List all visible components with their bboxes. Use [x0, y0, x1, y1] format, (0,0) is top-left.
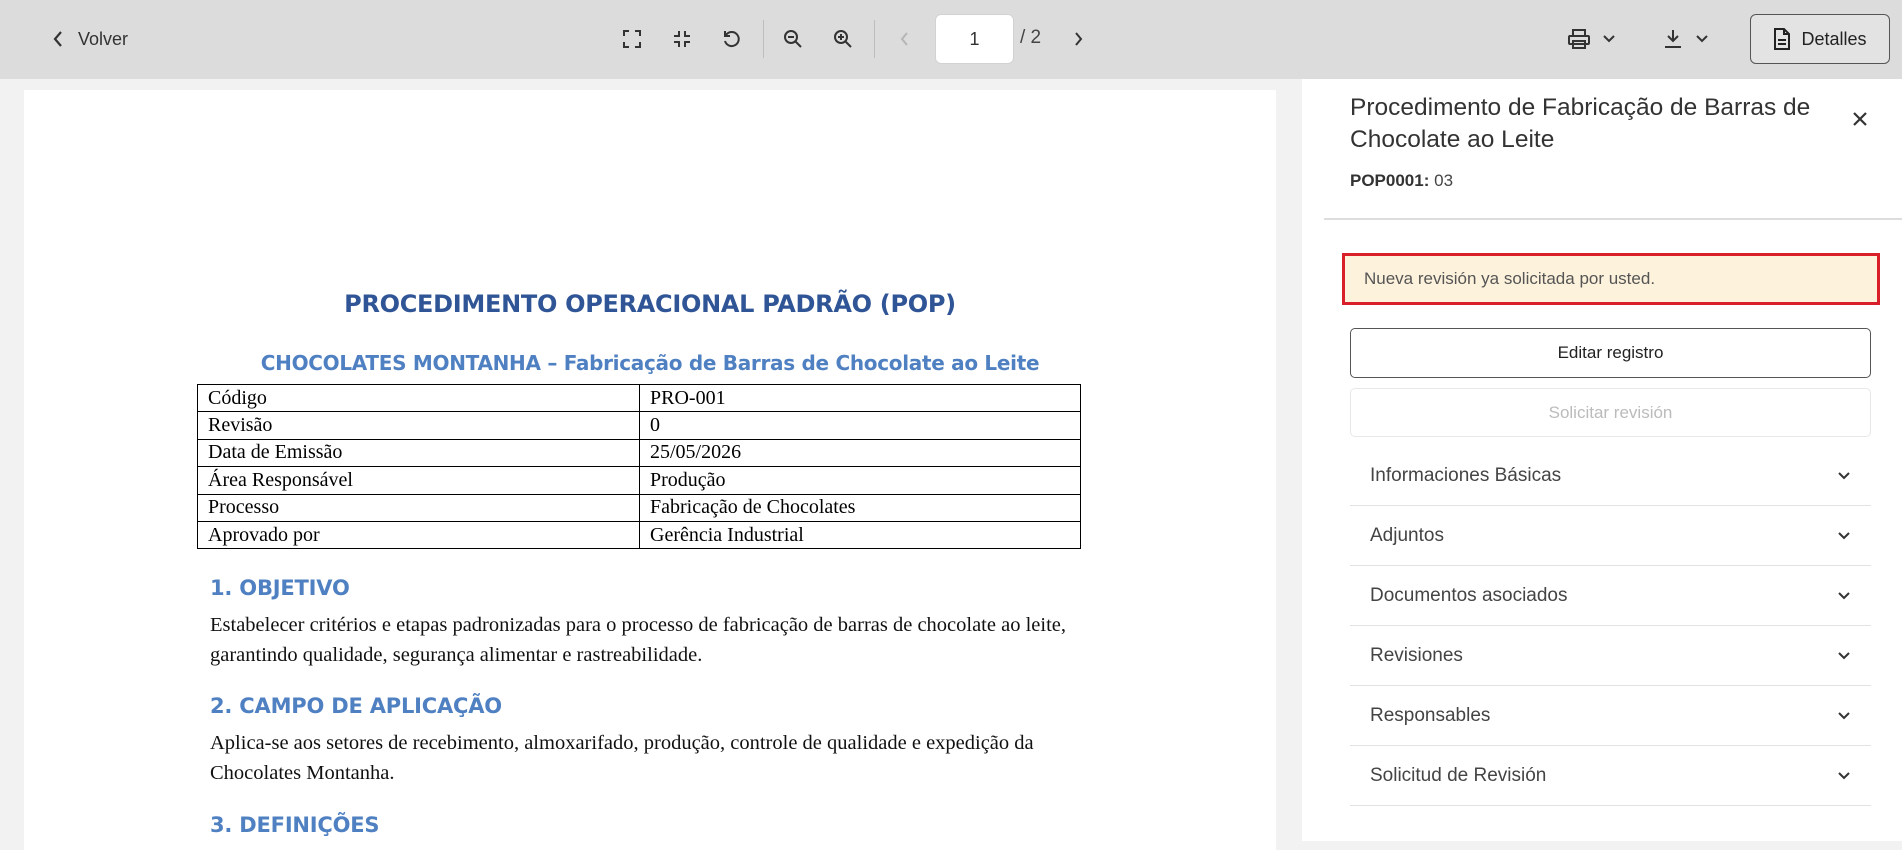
code-label: POP0001: [1350, 171, 1430, 190]
back-label: Volver [78, 28, 129, 49]
accordion-label: Solicitud de Revisión [1370, 764, 1547, 786]
chevron-down-icon [1838, 471, 1850, 479]
chevron-down-icon [1838, 771, 1850, 779]
table-cell: Data de Emissão [197, 438, 640, 468]
chevron-down-icon [1838, 591, 1850, 599]
document-subtitle: CHOCOLATES MONTANHA – Fabricação de Barr… [260, 351, 1040, 375]
section-heading: 3. DEFINIÇÕES [210, 813, 380, 837]
code-value: 03 [1434, 171, 1454, 190]
table-cell: 0 [639, 411, 1081, 440]
document-title: PROCEDIMENTO OPERACIONAL PADRÃO (POP) [344, 290, 956, 318]
page-number-input[interactable] [935, 14, 1014, 64]
rotate-button[interactable] [714, 21, 750, 57]
section-heading: 2. CAMPO DE APLICAÇÃO [210, 694, 502, 718]
chevron-down-icon [1696, 35, 1708, 43]
table-cell: Gerência Industrial [639, 520, 1081, 550]
accordion-responsibles[interactable]: Responsables [1350, 686, 1871, 746]
chevron-left-icon [53, 31, 62, 47]
fit-page-button[interactable] [664, 21, 700, 57]
close-icon [1853, 112, 1867, 126]
accordion-label: Informaciones Básicas [1370, 464, 1562, 486]
table-cell: Fabricação de Chocolates [639, 493, 1081, 522]
accordion-basic-info[interactable]: Informaciones Básicas [1350, 446, 1871, 506]
document-icon [1774, 28, 1791, 50]
table-cell: Revisão [197, 411, 640, 440]
accordion-label: Revisiones [1370, 644, 1463, 666]
fullscreen-icon [623, 30, 641, 48]
edit-record-button[interactable]: Editar registro [1350, 328, 1871, 378]
back-button[interactable]: Volver [52, 22, 128, 56]
details-panel: Procedimento de Fabricação de Barras de … [1302, 79, 1902, 841]
section-text: Estabelecer critérios e etapas padroniza… [210, 614, 1066, 666]
table-cell: PRO-001 [639, 383, 1081, 413]
table-row: Área Responsável Produção [197, 466, 1081, 495]
section-text: Aplica-se aos setores de recebimento, al… [210, 732, 1034, 784]
document-info-table: Código PRO-001 Revisão 0 Data de Emissão 25… [197, 383, 1081, 550]
table-row: Aprovado por Gerência Industrial [197, 520, 1081, 550]
table-cell: Aprovado por [197, 520, 640, 550]
chevron-right-icon [1075, 32, 1083, 46]
toolbar-divider [874, 20, 875, 58]
zoom-out-icon [784, 30, 802, 48]
accordion-label: Responsables [1370, 704, 1491, 726]
page-total: / 2 [1020, 27, 1042, 48]
document-page: PROCEDIMENTO OPERACIONAL PADRÃO (POP) CH… [24, 90, 1276, 850]
document-code: POP0001: 03 [1350, 171, 1453, 191]
table-row: Data de Emissão 25/05/2026 [197, 438, 1081, 468]
table-cell: 25/05/2026 [639, 438, 1081, 468]
printer-icon [1568, 29, 1590, 49]
panel-divider [1324, 218, 1902, 220]
accordion-label: Adjuntos [1370, 524, 1444, 546]
print-menu-button[interactable] [1560, 21, 1624, 57]
revision-notice: Nueva revisión ya solicitada por usted. [1342, 253, 1880, 305]
close-panel-button[interactable] [1844, 103, 1876, 135]
chevron-down-icon [1603, 35, 1615, 43]
fullscreen-button[interactable] [614, 21, 650, 57]
next-page-button[interactable] [1061, 21, 1097, 57]
zoom-out-button[interactable] [775, 21, 811, 57]
table-row: Código PRO-001 [197, 383, 1081, 413]
accordion-label: Documentos asociados [1370, 584, 1568, 606]
download-menu-button[interactable] [1654, 21, 1718, 57]
panel-title: Procedimento de Fabricação de Barras de … [1350, 94, 1811, 153]
table-row: Revisão 0 [197, 411, 1081, 440]
viewer-toolbar: Volver / 2 Detalles [0, 0, 1902, 79]
download-icon [1665, 30, 1681, 48]
section-heading: 1. OBJETIVO [210, 576, 350, 600]
table-row: Processo Fabricação de Chocolates [197, 493, 1081, 522]
table-cell: Produção [639, 466, 1081, 495]
chevron-down-icon [1838, 711, 1850, 719]
request-revision-button[interactable]: Solicitar revisión [1350, 388, 1871, 437]
previous-page-button[interactable] [886, 21, 922, 57]
toolbar-divider [763, 20, 764, 58]
accordion-revision-request[interactable]: Solicitud de Revisión [1350, 746, 1871, 806]
table-cell: Processo [197, 493, 640, 522]
accordion-attachments[interactable]: Adjuntos [1350, 506, 1871, 566]
document-viewer[interactable]: PROCEDIMENTO OPERACIONAL PADRÃO (POP) CH… [0, 79, 1300, 850]
details-button[interactable]: Detalles [1750, 14, 1890, 64]
exit-fullscreen-icon [674, 31, 690, 47]
table-cell: Código [197, 383, 640, 413]
rotate-icon [724, 31, 740, 48]
zoom-in-button[interactable] [825, 21, 861, 57]
details-label: Detalles [1801, 28, 1867, 49]
chevron-down-icon [1838, 531, 1850, 539]
zoom-in-icon [834, 30, 852, 48]
chevron-down-icon [1838, 651, 1850, 659]
table-cell: Área Responsável [197, 466, 640, 495]
accordion-associated-documents[interactable]: Documentos asociados [1350, 566, 1871, 626]
chevron-left-icon [900, 32, 908, 46]
accordion-revisions[interactable]: Revisiones [1350, 626, 1871, 686]
